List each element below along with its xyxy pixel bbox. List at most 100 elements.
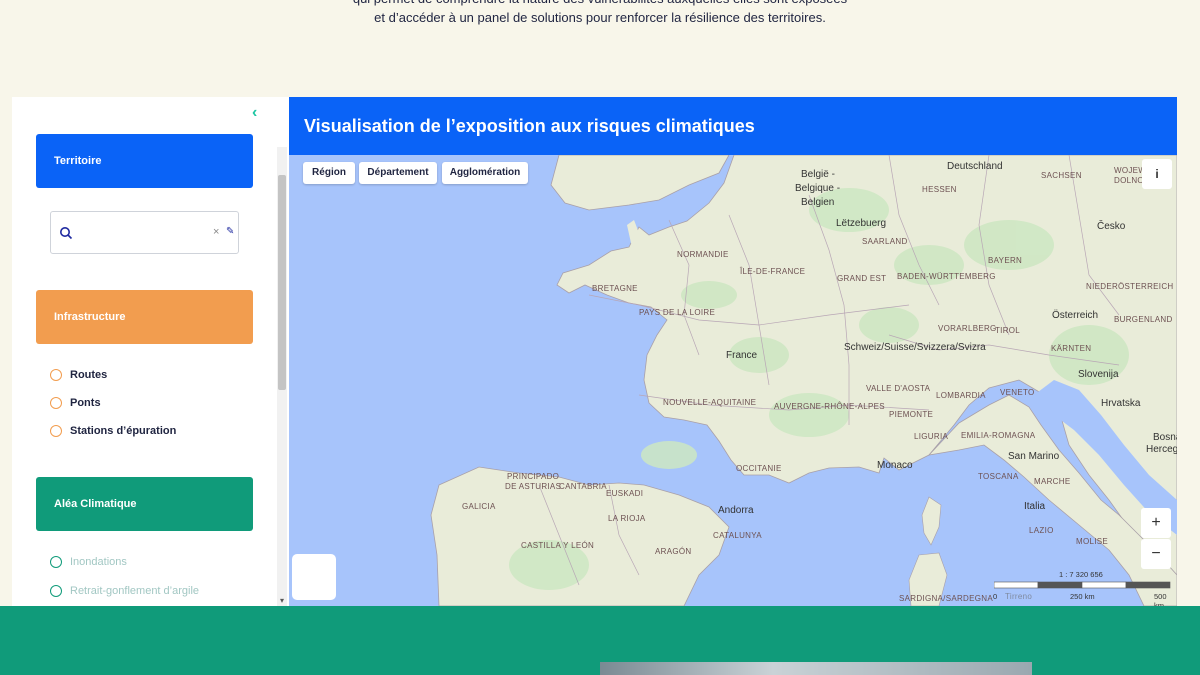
intro-line-1: qui permet de comprendre la nature des v…	[0, 0, 1200, 8]
territory-search-input[interactable]: × ✎	[50, 211, 239, 254]
map-label: VORARLBERG	[938, 324, 997, 333]
option-label: Inondations	[70, 556, 127, 568]
legend-toggle[interactable]	[292, 554, 336, 600]
map-labels: Deutschland België - Belgique - Belgien …	[462, 161, 1177, 603]
map-label: Česko	[1097, 219, 1126, 232]
map-label: LAZIO	[1029, 526, 1054, 535]
map-label: AUVERGNE-RHÔNE-ALPES	[774, 402, 885, 411]
map-label: Andorra	[718, 505, 754, 516]
option-label: Stations d’épuration	[70, 425, 177, 437]
map-label: PAYS DE LA LOIRE	[639, 308, 715, 317]
map-label: MARCHE	[1034, 477, 1070, 486]
option-stations[interactable]: Stations d’épuration	[50, 423, 176, 439]
clear-icon[interactable]: ×	[213, 226, 219, 238]
option-routes[interactable]: Routes	[50, 367, 107, 383]
scroll-down-icon[interactable]: ▾	[277, 596, 287, 606]
scale-label-250: 250 km	[1070, 592, 1095, 601]
scrollbar-thumb[interactable]	[278, 175, 286, 390]
option-retrait-gonflement[interactable]: Retrait-gonflement d’argile	[50, 583, 199, 599]
map-label: Bosna	[1153, 432, 1177, 443]
map-label: KÄRNTEN	[1051, 344, 1091, 353]
option-ponts[interactable]: Ponts	[50, 395, 101, 411]
map-label: Belgien	[801, 197, 834, 208]
pencil-icon[interactable]: ✎	[226, 226, 234, 237]
tab-region[interactable]: Région	[303, 162, 355, 184]
map-label: LOMBARDIA	[936, 391, 986, 400]
scale-label-0: 0	[993, 592, 998, 601]
map-label: CASTILLA Y LEÓN	[521, 541, 594, 550]
tab-agglomeration[interactable]: Agglomération	[442, 162, 528, 184]
chevron-left-icon[interactable]: ‹	[252, 105, 266, 121]
map-label: Lëtzebuerg	[836, 218, 886, 229]
tab-departement[interactable]: Département	[359, 162, 437, 184]
map-label: LIGURIA	[914, 432, 948, 441]
map-label: GALICIA	[462, 502, 496, 511]
map-label: HESSEN	[922, 185, 957, 194]
map-label: NIEDERÖSTERREICH	[1086, 282, 1173, 291]
map-label: San Marino	[1008, 451, 1060, 462]
map-label: France	[726, 350, 758, 361]
map-label: ÎLE-DE-FRANCE	[739, 267, 805, 276]
map-label: BRETAGNE	[592, 284, 638, 293]
scale-label-500: 500 km	[1154, 592, 1167, 606]
map-label: VENETO	[1000, 388, 1035, 397]
map-label: TOSCANA	[978, 472, 1019, 481]
zoom-in-button[interactable]: +	[1141, 508, 1171, 538]
map-label: BADEN-WÜRTTEMBERG	[897, 272, 996, 281]
map-panel: Visualisation de l’exposition aux risque…	[289, 97, 1177, 606]
radio-button[interactable]	[50, 585, 62, 597]
map-label: Österreich	[1052, 309, 1098, 321]
radio-button[interactable]	[50, 425, 62, 437]
intro-line-2: et d’accéder à un panel de solutions pou…	[374, 10, 826, 25]
map-label: Slovenija	[1078, 369, 1119, 380]
map-label: Hrvatska	[1101, 398, 1141, 409]
option-label: Retrait-gonflement d’argile	[70, 585, 200, 597]
map-title: Visualisation de l’exposition aux risque…	[289, 97, 1177, 155]
scale-bar	[994, 581, 1171, 589]
scale-ratio: 1 : 7 320 656	[1059, 570, 1103, 579]
map-label: EUSKADI	[606, 489, 643, 498]
alea-climatique-header[interactable]: Aléa Climatique	[36, 477, 253, 531]
radio-button[interactable]	[50, 397, 62, 409]
map-label: NORMANDIE	[677, 250, 729, 259]
map-label: MOLISE	[1076, 537, 1108, 546]
map-label: België -	[801, 169, 835, 180]
map-label: BAYERN	[988, 256, 1022, 265]
map-label: SAARLAND	[862, 237, 908, 246]
search-icon	[60, 227, 73, 240]
map-label: Tirreno	[1005, 592, 1032, 601]
footer-section	[0, 606, 1200, 675]
map-label: VALLE D'AOSTA	[866, 384, 931, 393]
info-button[interactable]: i	[1142, 159, 1172, 189]
map-label: Schweiz/Suisse/Svizzera/Svizra	[844, 342, 986, 353]
map-label: Deutschland	[947, 161, 1003, 172]
panel-scrollbar[interactable]: ▾	[277, 147, 287, 606]
option-label: Ponts	[70, 397, 101, 409]
footer-image	[600, 662, 1032, 675]
map-label: SARDIGNA/SARDEGNA	[899, 594, 993, 603]
option-inondations[interactable]: Inondations	[50, 554, 127, 570]
zoom-out-button[interactable]: −	[1141, 539, 1171, 569]
map-label: Italia	[1024, 501, 1046, 512]
map-label: LA RIOJA	[608, 514, 646, 523]
filter-panel: ‹ Territoire × ✎ Infrastructure Routes P…	[12, 97, 290, 606]
map-label: NOUVELLE-AQUITAINE	[663, 398, 756, 407]
map-label: SACHSEN	[1041, 171, 1082, 180]
map-label: PIEMONTE	[889, 410, 933, 419]
map-label: DE ASTURIAS	[505, 482, 561, 491]
map-label: GRAND EST	[837, 274, 886, 283]
map-label: BURGENLAND	[1114, 315, 1173, 324]
map-label: TIROL	[995, 326, 1020, 335]
radio-button[interactable]	[50, 556, 62, 568]
map-label: ARAGÓN	[655, 547, 691, 556]
map-label: Monaco	[877, 460, 913, 471]
map-label: PRINCIPADO	[507, 472, 559, 481]
map-label: Hercegov	[1146, 444, 1177, 455]
territoire-header[interactable]: Territoire	[36, 134, 253, 188]
map-label: CANTABRIA	[559, 482, 607, 491]
map-label: OCCITANIE	[736, 464, 782, 473]
radio-button[interactable]	[50, 369, 62, 381]
map-label: EMILIA-ROMAGNA	[961, 431, 1036, 440]
map-label: CATALUNYA	[713, 531, 762, 540]
infrastructure-header[interactable]: Infrastructure	[36, 290, 253, 344]
